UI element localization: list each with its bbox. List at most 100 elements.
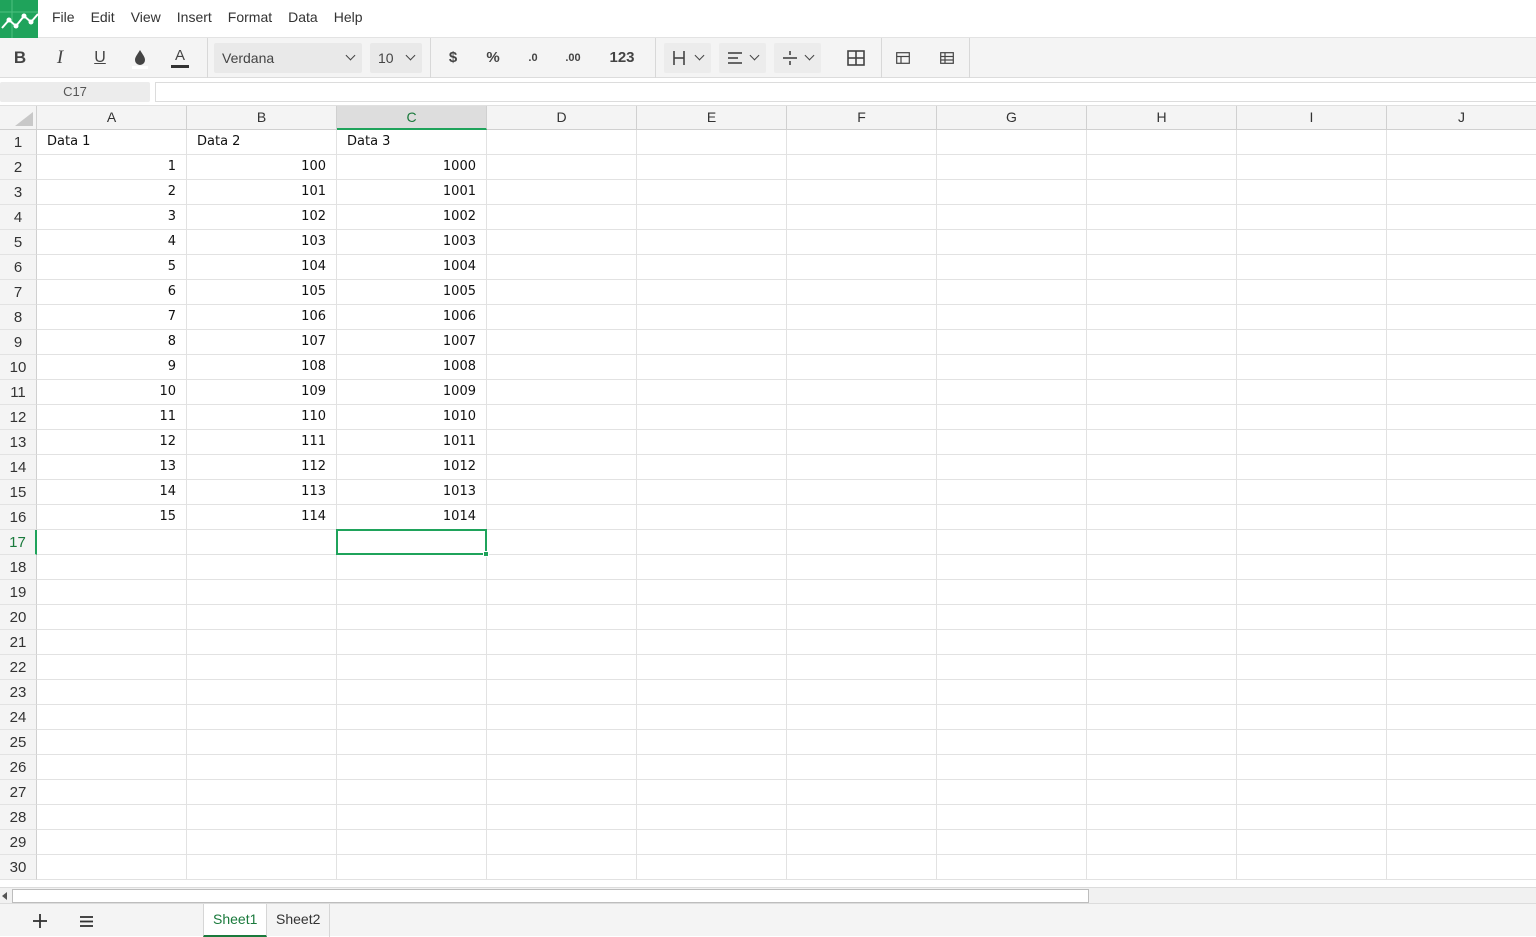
cell-b1[interactable]: Data 2 [187, 130, 337, 155]
cell-f19[interactable] [787, 580, 937, 605]
cell-e3[interactable] [637, 180, 787, 205]
cell-c25[interactable] [337, 730, 487, 755]
cell-j15[interactable] [1387, 480, 1536, 505]
cell-h21[interactable] [1087, 630, 1237, 655]
cell-d20[interactable] [487, 605, 637, 630]
menu-help[interactable]: Help [326, 0, 371, 38]
cell-g24[interactable] [937, 705, 1087, 730]
cell-b16[interactable]: 114 [187, 505, 337, 530]
cell-c1[interactable]: Data 3 [337, 130, 487, 155]
cell-a25[interactable] [37, 730, 187, 755]
cell-i30[interactable] [1237, 855, 1387, 880]
merge-cells-button[interactable] [836, 42, 876, 74]
cell-i20[interactable] [1237, 605, 1387, 630]
row-header-8[interactable]: 8 [0, 305, 37, 330]
cell-e19[interactable] [637, 580, 787, 605]
row-header-1[interactable]: 1 [0, 130, 37, 155]
cell-a7[interactable]: 6 [37, 280, 187, 305]
cell-g27[interactable] [937, 780, 1087, 805]
cell-i9[interactable] [1237, 330, 1387, 355]
cell-g5[interactable] [937, 230, 1087, 255]
font-size-dropdown[interactable]: 10 [370, 42, 422, 73]
cell-d30[interactable] [487, 855, 637, 880]
horizontal-scrollbar[interactable] [0, 887, 1536, 903]
cell-g11[interactable] [937, 380, 1087, 405]
cell-f22[interactable] [787, 655, 937, 680]
cell-h20[interactable] [1087, 605, 1237, 630]
cell-b8[interactable]: 106 [187, 305, 337, 330]
cell-g25[interactable] [937, 730, 1087, 755]
cell-h18[interactable] [1087, 555, 1237, 580]
cell-i11[interactable] [1237, 380, 1387, 405]
cell-j18[interactable] [1387, 555, 1536, 580]
menu-edit[interactable]: Edit [83, 0, 123, 38]
cell-b14[interactable]: 112 [187, 455, 337, 480]
cell-d28[interactable] [487, 805, 637, 830]
cell-b18[interactable] [187, 555, 337, 580]
cell-f13[interactable] [787, 430, 937, 455]
cell-f7[interactable] [787, 280, 937, 305]
cell-a21[interactable] [37, 630, 187, 655]
cell-c10[interactable]: 1008 [337, 355, 487, 380]
cell-a22[interactable] [37, 655, 187, 680]
cell-h3[interactable] [1087, 180, 1237, 205]
cell-g28[interactable] [937, 805, 1087, 830]
row-header-10[interactable]: 10 [0, 355, 37, 380]
cell-j14[interactable] [1387, 455, 1536, 480]
menu-format[interactable]: Format [220, 0, 280, 38]
row-header-17[interactable]: 17 [0, 530, 37, 555]
cell-b30[interactable] [187, 855, 337, 880]
cell-e2[interactable] [637, 155, 787, 180]
cell-e29[interactable] [637, 830, 787, 855]
row-header-27[interactable]: 27 [0, 780, 37, 805]
cell-g9[interactable] [937, 330, 1087, 355]
cell-b10[interactable]: 108 [187, 355, 337, 380]
cell-c8[interactable]: 1006 [337, 305, 487, 330]
cell-c28[interactable] [337, 805, 487, 830]
cell-d1[interactable] [487, 130, 637, 155]
cell-c17[interactable] [337, 530, 487, 555]
column-header-b[interactable]: B [187, 106, 337, 130]
cell-c29[interactable] [337, 830, 487, 855]
cell-c16[interactable]: 1014 [337, 505, 487, 530]
borders-dropdown[interactable] [664, 42, 711, 73]
cell-i28[interactable] [1237, 805, 1387, 830]
freeze-panes-button[interactable] [881, 42, 925, 74]
vertical-align-dropdown[interactable] [774, 42, 821, 73]
cell-i10[interactable] [1237, 355, 1387, 380]
column-header-i[interactable]: I [1237, 106, 1387, 130]
cell-d15[interactable] [487, 480, 637, 505]
percent-format-button[interactable]: % [473, 42, 513, 74]
cell-g20[interactable] [937, 605, 1087, 630]
cell-h26[interactable] [1087, 755, 1237, 780]
cell-d27[interactable] [487, 780, 637, 805]
cell-c9[interactable]: 1007 [337, 330, 487, 355]
cell-d10[interactable] [487, 355, 637, 380]
row-header-3[interactable]: 3 [0, 180, 37, 205]
cell-b2[interactable]: 100 [187, 155, 337, 180]
cell-h15[interactable] [1087, 480, 1237, 505]
cell-a19[interactable] [37, 580, 187, 605]
cell-j11[interactable] [1387, 380, 1536, 405]
cell-j30[interactable] [1387, 855, 1536, 880]
cell-c4[interactable]: 1002 [337, 205, 487, 230]
cell-j20[interactable] [1387, 605, 1536, 630]
cell-a9[interactable]: 8 [37, 330, 187, 355]
cell-b4[interactable]: 102 [187, 205, 337, 230]
cell-c22[interactable] [337, 655, 487, 680]
row-header-26[interactable]: 26 [0, 755, 37, 780]
cell-h13[interactable] [1087, 430, 1237, 455]
cell-i22[interactable] [1237, 655, 1387, 680]
cell-f27[interactable] [787, 780, 937, 805]
cell-j1[interactable] [1387, 130, 1536, 155]
cell-d23[interactable] [487, 680, 637, 705]
cell-g8[interactable] [937, 305, 1087, 330]
cell-i21[interactable] [1237, 630, 1387, 655]
cell-h30[interactable] [1087, 855, 1237, 880]
cell-h11[interactable] [1087, 380, 1237, 405]
cell-c2[interactable]: 1000 [337, 155, 487, 180]
cell-j5[interactable] [1387, 230, 1536, 255]
cell-d22[interactable] [487, 655, 637, 680]
row-header-23[interactable]: 23 [0, 680, 37, 705]
cell-h7[interactable] [1087, 280, 1237, 305]
